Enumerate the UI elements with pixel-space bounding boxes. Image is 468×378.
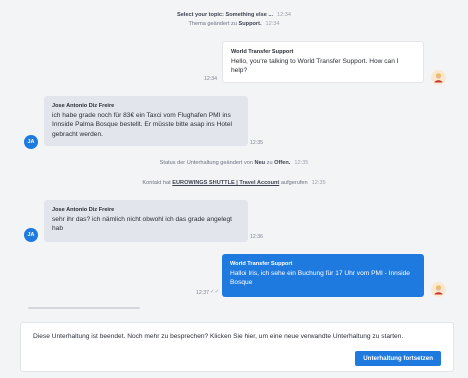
message-sender: Jose Antonio Diz Freire (52, 207, 115, 213)
message-text: ich habe grade noch für 83€ ein Taxci vo… (52, 112, 232, 138)
topic-text: Select your topic: Something else ... (176, 12, 274, 18)
theme-prefix: Thema geändert zu (188, 21, 237, 27)
horizontal-scrollbar[interactable] (28, 307, 140, 309)
message-text: Hello, you're talking to World Transfer … (231, 58, 399, 75)
system-topic-line: Select your topic: Something else ... 12:… (0, 12, 468, 19)
message-text: sehr ihr das? ich nämlich nicht obwohl i… (52, 216, 232, 233)
status-from: Neu (254, 160, 266, 166)
conversation-ended-text[interactable]: Diese Unterhaltung ist beendet. Noch meh… (33, 333, 403, 340)
message-sender: World Transfer Support (231, 49, 294, 55)
message-bubble-support: World Transfer Support Halloi Iris, ich … (222, 254, 424, 297)
message-bubble-customer: Jose Antonio Diz Freire sehr ihr das? ic… (44, 200, 248, 242)
timestamp: 12:34 (277, 12, 292, 18)
system-contact-line: Kontakt hat EUROWINGS SHUTTLE | Travel A… (0, 180, 468, 187)
status-to: Offen. (274, 160, 291, 166)
bot-avatar-icon (434, 73, 443, 83)
customer-avatar: JA (24, 228, 38, 242)
system-status-line: Status der Unterhaltung geändert von Neu… (0, 160, 468, 167)
continue-conversation-button[interactable]: Unterhaltung fortsetzen (355, 351, 441, 366)
customer-avatar: JA (24, 135, 38, 149)
message-time: 12:34 (204, 76, 217, 82)
system-theme-line: Thema geändert zu Support. 12:34 (0, 21, 468, 28)
timestamp: 12:35 (294, 160, 309, 166)
chat-transcript: Select your topic: Something else ... 12:… (0, 0, 468, 318)
bot-avatar-icon (434, 285, 443, 295)
conversation-ended-panel: Diese Unterhaltung ist beendet. Noch meh… (20, 322, 454, 372)
message-sender: World Transfer Support (230, 261, 293, 267)
bot-avatar (431, 70, 446, 85)
theme-value: Support. (238, 21, 262, 27)
read-receipt-icon: ✓✓ (210, 289, 220, 295)
bot-avatar (431, 282, 446, 297)
contact-account-link[interactable]: EUROWINGS SHUTTLE | Travel Account (172, 180, 279, 186)
message-bubble-support: World Transfer Support Hello, you're tal… (222, 41, 424, 83)
contact-prefix: Kontakt hat (142, 180, 171, 186)
contact-suffix: aufgerufen (280, 180, 308, 186)
message-text: Halloi Iris, ich sehe ein Buchung für 17… (230, 270, 410, 287)
message-time: 12:36 (250, 234, 263, 240)
timestamp: 12:35 (311, 180, 326, 186)
message-bubble-customer: Jose Antonio Diz Freire ich habe grade n… (44, 96, 248, 146)
message-sender: Jose Antonio Diz Freire (52, 103, 115, 109)
timestamp: 12:34 (265, 21, 280, 27)
status-mid: zu (266, 160, 273, 166)
message-time: 12:35 (250, 140, 263, 146)
status-prefix: Status der Unterhaltung geändert von (159, 160, 253, 166)
message-time: 12:37 (196, 290, 209, 296)
